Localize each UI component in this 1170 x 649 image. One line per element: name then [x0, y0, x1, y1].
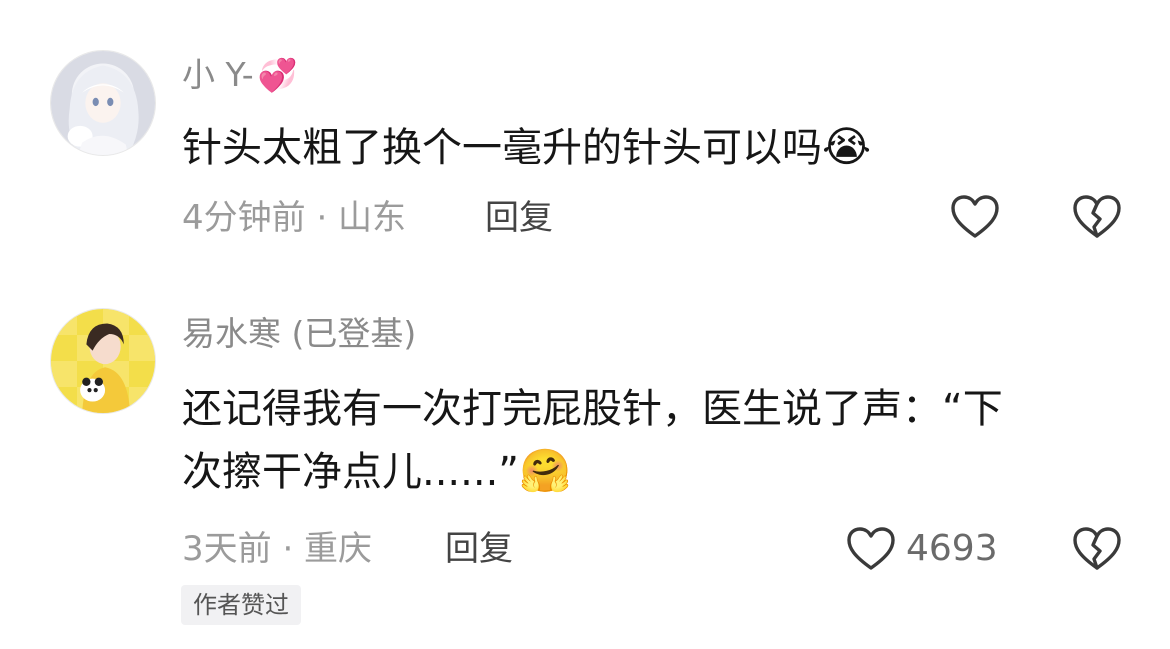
avatar-image: [51, 309, 155, 413]
broken-heart-outline-icon[interactable]: [1072, 526, 1122, 572]
username[interactable]: 易水寒 (已登基): [182, 314, 416, 354]
comment-text: 还记得我有一次打完屁股针，医生说了声：“下 次擦干净点儿......”🤗: [182, 378, 1003, 503]
comment-item-2: 易水寒 (已登基) 还记得我有一次打完屁股针，医生说了声：“下 次擦干净点儿..…: [0, 0, 1170, 649]
comment-text-line: 还记得我有一次打完屁股针，医生说了声：“下: [182, 386, 1003, 432]
like-count: 4693: [906, 528, 998, 569]
comment-text-line: 次擦干净点儿......”: [182, 449, 520, 495]
heart-outline-icon[interactable]: [846, 526, 896, 572]
author-liked-badge: 作者赞过: [181, 585, 301, 625]
comment-meta: 3天前 · 重庆: [182, 529, 373, 569]
comment-emoji: 🤗: [519, 446, 572, 495]
comment-text-line-2: 次擦干净点儿......”🤗: [182, 440, 1003, 503]
avatar[interactable]: [50, 308, 156, 414]
reply-button[interactable]: 回复: [445, 529, 513, 569]
